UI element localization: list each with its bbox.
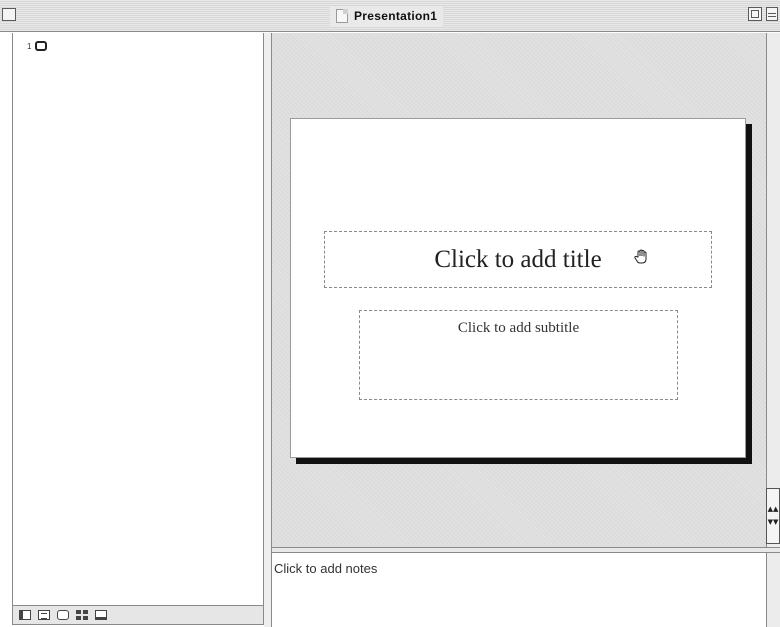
slide-show-icon bbox=[95, 610, 107, 620]
pane-splitter[interactable] bbox=[264, 33, 272, 627]
document-icon bbox=[336, 9, 348, 23]
title-placeholder-text: Click to add title bbox=[434, 245, 602, 273]
notes-placeholder: Click to add notes bbox=[274, 561, 378, 576]
outline-slide-row[interactable]: 1 bbox=[27, 41, 48, 51]
slide-show-button[interactable] bbox=[93, 608, 109, 622]
zoom-box-icon[interactable] bbox=[748, 7, 762, 21]
hand-cursor-icon bbox=[634, 249, 647, 264]
window-title-group: Presentation1 bbox=[330, 6, 444, 26]
subtitle-placeholder[interactable]: Click to add subtitle bbox=[359, 310, 678, 400]
window-title: Presentation1 bbox=[354, 9, 438, 23]
slide-sorter-view-button[interactable] bbox=[74, 608, 90, 622]
slide-view-icon bbox=[57, 610, 69, 620]
outline-slide-number: 1 bbox=[27, 41, 32, 51]
outline-view-button[interactable] bbox=[36, 608, 52, 622]
slide-sorter-icon bbox=[76, 610, 88, 620]
vertical-scrollbar[interactable] bbox=[766, 33, 780, 547]
normal-view-button[interactable] bbox=[17, 608, 33, 622]
close-box-icon[interactable] bbox=[2, 8, 16, 21]
window-title-bar[interactable]: Presentation1 bbox=[0, 0, 780, 32]
collapse-box-icon[interactable] bbox=[766, 7, 778, 21]
title-placeholder[interactable]: Click to add title bbox=[324, 231, 712, 288]
notes-scrollbar[interactable] bbox=[766, 553, 780, 627]
slide-canvas[interactable] bbox=[290, 118, 746, 458]
slide-navigation: ▲▲ ▼▼ bbox=[766, 488, 780, 544]
subtitle-placeholder-text: Click to add subtitle bbox=[457, 320, 580, 336]
view-buttons-bar bbox=[12, 605, 264, 625]
normal-view-icon bbox=[19, 610, 31, 620]
outline-view-icon bbox=[38, 610, 50, 620]
notes-pane[interactable]: Click to add notes bbox=[272, 553, 766, 627]
previous-slide-icon[interactable]: ▲▲ bbox=[768, 506, 779, 513]
slide-view-button[interactable] bbox=[55, 608, 71, 622]
outline-pane[interactable]: 1 bbox=[12, 33, 264, 605]
slide-icon[interactable] bbox=[35, 41, 48, 51]
next-slide-icon[interactable]: ▼▼ bbox=[768, 519, 779, 526]
